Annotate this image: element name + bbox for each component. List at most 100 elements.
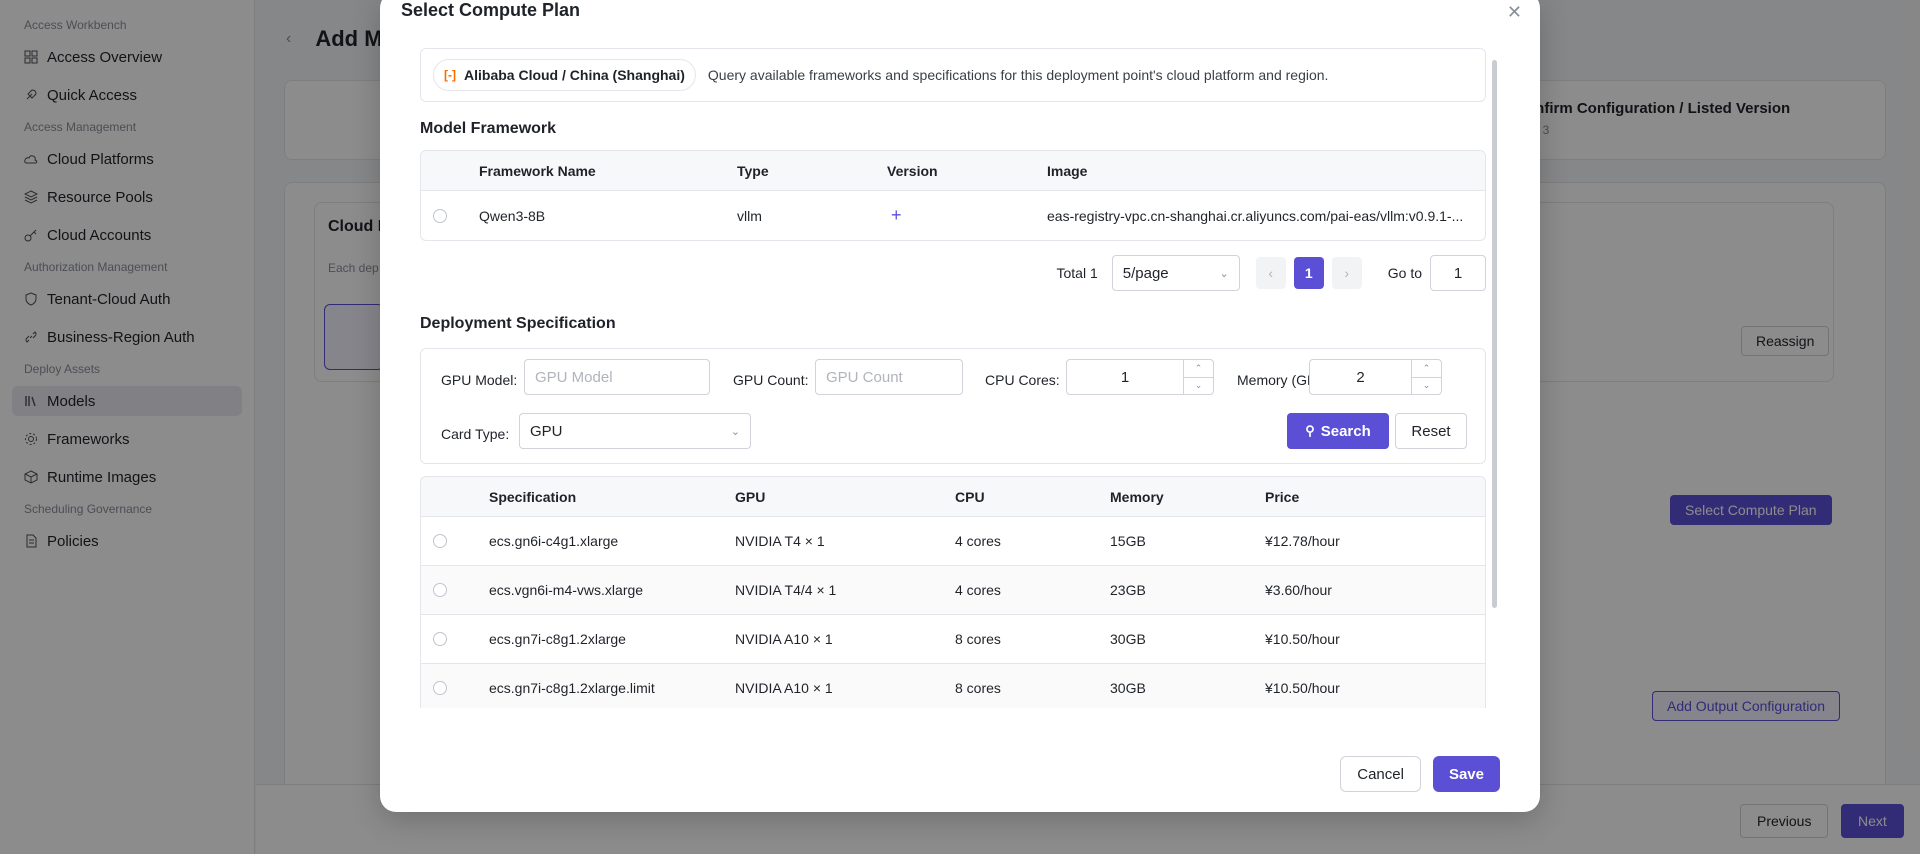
spec-gpu: NVIDIA T4/4 × 1 xyxy=(735,582,837,598)
chevron-right-icon: › xyxy=(1344,265,1350,281)
model-framework-heading: Model Framework xyxy=(420,120,557,137)
pagination-total: Total 1 xyxy=(1056,265,1098,281)
cloud-region-tag: [-] Alibaba Cloud / China (Shanghai) xyxy=(433,59,696,91)
gpu-count-input[interactable]: GPU Count xyxy=(815,359,963,395)
prev-page-button[interactable]: ‹ xyxy=(1255,257,1286,289)
column-header: Type xyxy=(737,162,769,179)
cloud-info-bar: [-] Alibaba Cloud / China (Shanghai) Que… xyxy=(420,48,1486,102)
row-radio[interactable] xyxy=(433,583,447,597)
table-header: Framework Name Type Version Image xyxy=(421,151,1485,191)
spec-name: ecs.gn7i-c8g1.2xlarge.limit xyxy=(489,680,655,696)
framework-type: vllm xyxy=(737,207,762,224)
column-header: Framework Name xyxy=(479,162,596,179)
deployment-specification-heading: Deployment Specification xyxy=(420,315,616,332)
aliyun-logo-icon: [-] xyxy=(444,68,456,82)
chevron-down-icon: ⌄ xyxy=(730,425,740,438)
spec-price: ¥10.50/hour xyxy=(1265,631,1340,647)
spec-name: ecs.vgn6i-m4-vws.xlarge xyxy=(489,582,644,598)
table-row[interactable]: Qwen3-8B vllm + eas-registry-vpc.cn-shan… xyxy=(421,191,1485,240)
spec-table: Specification GPU CPU Memory Price ecs.g… xyxy=(420,476,1486,708)
card-type-label: Card Type: xyxy=(441,426,510,442)
page-size-value: 5/page xyxy=(1122,264,1169,282)
chevron-up-icon[interactable]: ⌃ xyxy=(1184,360,1213,378)
table-row[interactable]: ecs.gn6i-c4g1.xlarge NVIDIA T4 × 1 4 cor… xyxy=(421,517,1485,566)
spec-name: ecs.gn6i-c4g1.xlarge xyxy=(489,533,619,549)
close-icon[interactable]: ✕ xyxy=(1507,2,1522,23)
chevron-left-icon: ‹ xyxy=(1268,265,1274,281)
reset-button[interactable]: Reset xyxy=(1395,413,1467,449)
spec-price: ¥10.50/hour xyxy=(1265,680,1340,696)
search-button-label: Search xyxy=(1320,422,1371,440)
save-button[interactable]: Save xyxy=(1432,756,1500,792)
row-radio[interactable] xyxy=(433,632,447,646)
card-type-value: GPU xyxy=(530,422,563,440)
cloud-region-label: Alibaba Cloud / China (Shanghai) xyxy=(464,67,685,83)
framework-name: Qwen3-8B xyxy=(479,207,546,224)
spec-cpu: 4 cores xyxy=(955,582,1001,598)
page-size-select[interactable]: 5/page ⌄ xyxy=(1111,255,1240,291)
spec-cpu: 8 cores xyxy=(955,680,1001,696)
column-header: Price xyxy=(1265,488,1300,505)
spec-filter-panel: GPU Model: GPU Model GPU Count: GPU Coun… xyxy=(420,348,1486,464)
spec-memory: 23GB xyxy=(1110,582,1146,598)
page-button-current[interactable]: 1 xyxy=(1293,257,1324,289)
spec-memory: 30GB xyxy=(1110,631,1146,647)
stepper-controls[interactable]: ⌃ ⌄ xyxy=(1411,360,1441,394)
chevron-down-icon[interactable]: ⌄ xyxy=(1184,378,1213,395)
framework-table: Framework Name Type Version Image Qwen3-… xyxy=(420,150,1486,241)
spec-price: ¥3.60/hour xyxy=(1265,582,1332,598)
row-radio[interactable] xyxy=(433,208,447,223)
pagination: Total 1 5/page ⌄ ‹ 1 › Go to 1 xyxy=(420,255,1486,291)
spec-gpu: NVIDIA T4 × 1 xyxy=(735,533,825,549)
column-header: Image xyxy=(1047,162,1088,179)
plus-icon[interactable]: + xyxy=(887,205,1047,226)
search-icon: ⚲ xyxy=(1305,423,1315,438)
dialog-footer: Cancel Save xyxy=(1328,756,1500,792)
gpu-model-placeholder: GPU Model xyxy=(535,368,613,386)
spec-cpu: 4 cores xyxy=(955,533,1001,549)
column-header: Specification xyxy=(489,488,577,505)
column-header: CPU xyxy=(955,488,985,505)
memory-stepper[interactable]: 2 ⌃ ⌄ xyxy=(1309,359,1442,395)
row-radio[interactable] xyxy=(433,681,447,695)
table-header: Specification GPU CPU Memory Price xyxy=(421,477,1485,517)
gpu-count-placeholder: GPU Count xyxy=(826,368,903,386)
cpu-cores-stepper[interactable]: 1 ⌃ ⌄ xyxy=(1066,359,1214,395)
spec-cpu: 8 cores xyxy=(955,631,1001,647)
chevron-down-icon[interactable]: ⌄ xyxy=(1412,378,1441,395)
spec-price: ¥12.78/hour xyxy=(1265,533,1340,549)
table-row[interactable]: ecs.vgn6i-m4-vws.xlarge NVIDIA T4/4 × 1 … xyxy=(421,566,1485,615)
column-header: GPU xyxy=(735,488,766,505)
cloud-info-description: Query available frameworks and specifica… xyxy=(707,67,1329,83)
table-row[interactable]: ecs.gn7i-c8g1.2xlarge.limit NVIDIA A10 ×… xyxy=(421,664,1485,708)
gpu-model-label: GPU Model: xyxy=(441,372,518,388)
spec-memory: 30GB xyxy=(1110,680,1146,696)
memory-value: 2 xyxy=(1356,368,1365,386)
spec-gpu: NVIDIA A10 × 1 xyxy=(735,631,833,647)
search-button[interactable]: ⚲ Search xyxy=(1287,413,1389,449)
stepper-controls[interactable]: ⌃ ⌄ xyxy=(1183,360,1213,394)
spec-memory: 15GB xyxy=(1110,533,1146,549)
spec-gpu: NVIDIA A10 × 1 xyxy=(735,680,833,696)
framework-image: eas-registry-vpc.cn-shanghai.cr.aliyuncs… xyxy=(1047,207,1464,224)
card-type-select[interactable]: GPU ⌄ xyxy=(519,413,751,449)
row-radio[interactable] xyxy=(433,534,447,548)
column-header: Memory xyxy=(1110,488,1164,505)
chevron-up-icon[interactable]: ⌃ xyxy=(1412,360,1441,378)
table-row[interactable]: ecs.gn7i-c8g1.2xlarge NVIDIA A10 × 1 8 c… xyxy=(421,615,1485,664)
goto-label: Go to xyxy=(1387,265,1422,281)
column-header: Version xyxy=(887,162,938,179)
goto-page-input[interactable]: 1 xyxy=(1430,255,1486,291)
chevron-down-icon: ⌄ xyxy=(1219,267,1229,280)
cancel-button[interactable]: Cancel xyxy=(1340,756,1421,792)
spec-name: ecs.gn7i-c8g1.2xlarge xyxy=(489,631,626,647)
select-compute-plan-dialog: Select Compute Plan ✕ [-] Alibaba Cloud … xyxy=(380,0,1540,812)
gpu-count-label: GPU Count: xyxy=(733,372,809,388)
cpu-cores-label: CPU Cores: xyxy=(985,372,1060,388)
cpu-cores-value: 1 xyxy=(1120,368,1130,386)
dialog-body: [-] Alibaba Cloud / China (Shanghai) Que… xyxy=(420,48,1498,708)
next-page-button[interactable]: › xyxy=(1331,257,1362,289)
gpu-model-input[interactable]: GPU Model xyxy=(524,359,710,395)
dialog-scrollbar[interactable] xyxy=(1492,60,1497,608)
dialog-title: Select Compute Plan xyxy=(401,0,581,20)
